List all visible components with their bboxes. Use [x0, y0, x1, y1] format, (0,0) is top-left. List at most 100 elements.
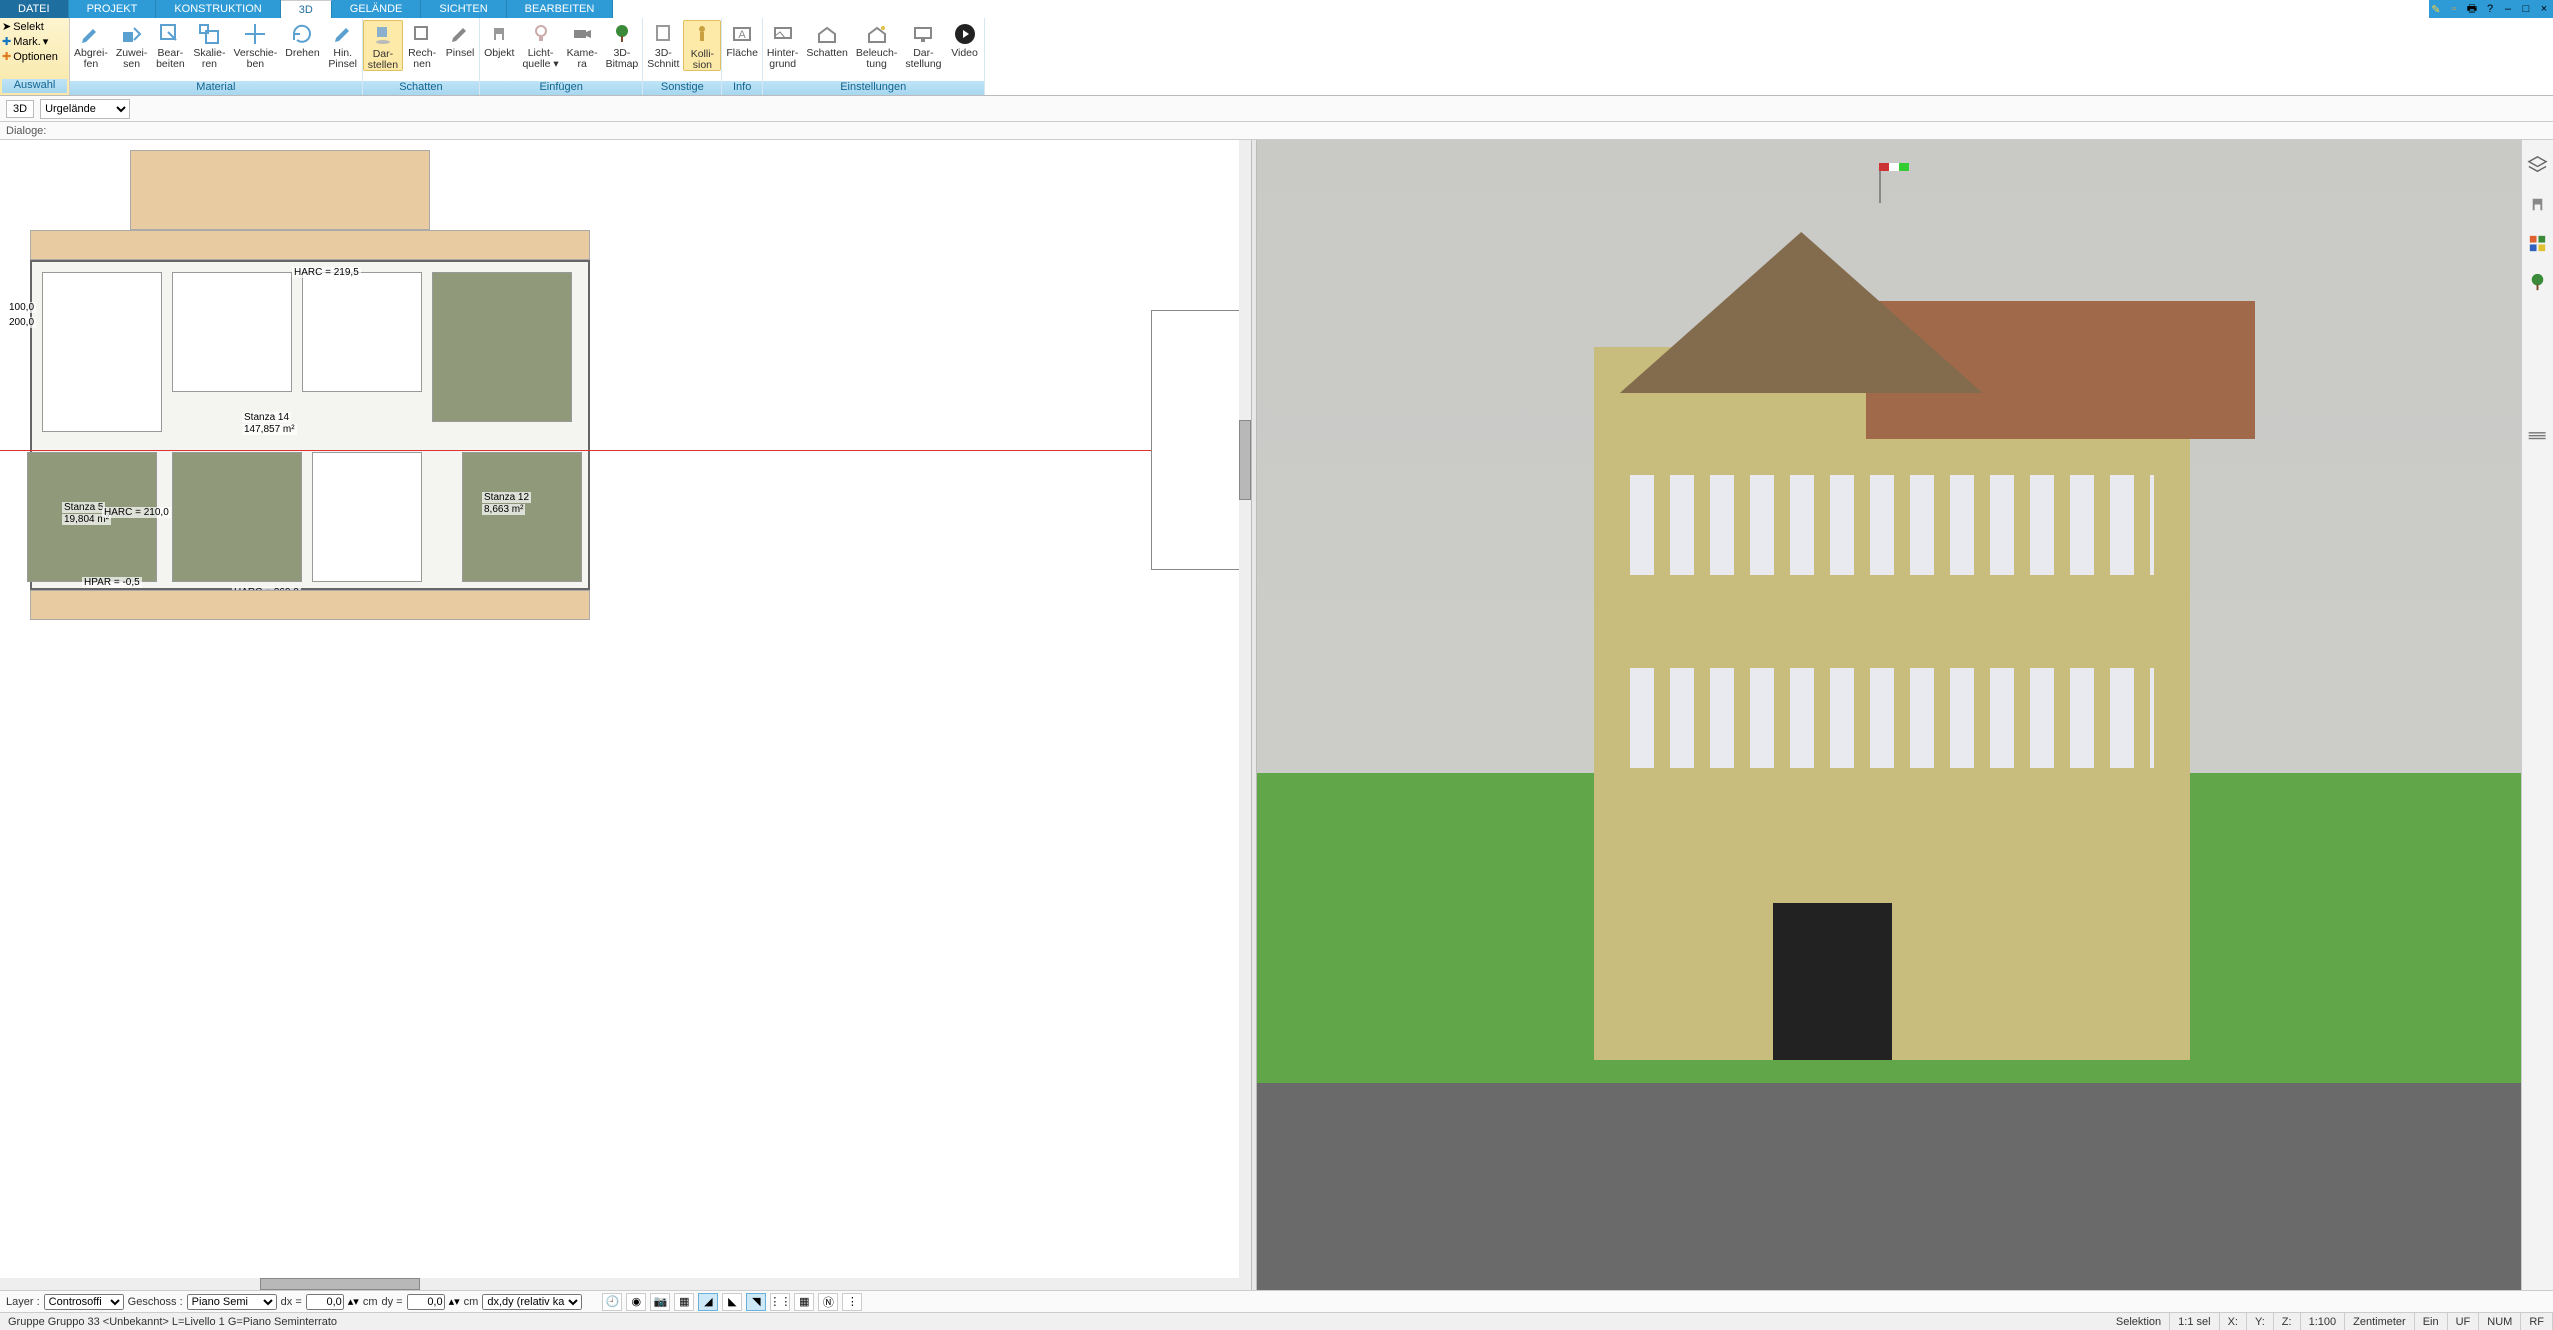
menu-tab-sichten[interactable]: SICHTEN: [421, 0, 506, 18]
help-icon[interactable]: ?: [2483, 2, 2497, 16]
north-icon[interactable]: Ⓝ: [818, 1293, 838, 1311]
btn-label: Fläche: [726, 48, 758, 59]
layer-select[interactable]: Controsoffi: [44, 1294, 124, 1310]
btn-label: Hinter- grund: [767, 48, 799, 69]
box-icon[interactable]: ▫: [2447, 2, 2461, 16]
status-num: NUM: [2479, 1313, 2521, 1330]
plan-terrace: [130, 150, 430, 230]
snap1-icon[interactable]: ◢: [698, 1293, 718, 1311]
aux-box: [1151, 310, 1241, 570]
select-button[interactable]: ➤ Selekt: [2, 20, 67, 33]
einst-darstellung-button[interactable]: Dar- stellung: [901, 20, 945, 69]
chevron-down-icon: ▾: [43, 35, 49, 48]
view-mode-pill[interactable]: 3D: [6, 100, 34, 118]
snap2-icon[interactable]: ◣: [722, 1293, 742, 1311]
svg-text:A: A: [738, 29, 746, 41]
menu-tab-datei[interactable]: DATEI: [0, 0, 69, 18]
info-flaeche-button[interactable]: A Fläche: [722, 20, 762, 59]
status-sel-count: 1:1 sel: [2170, 1313, 2219, 1330]
material-abgreifen-button[interactable]: Abgrei- fen: [70, 20, 112, 69]
brush-icon: [448, 22, 472, 46]
more-icon[interactable]: ⋮: [842, 1293, 862, 1311]
menu-tab-3d[interactable]: 3D: [281, 0, 332, 18]
einst-hintergrund-button[interactable]: Hinter- grund: [763, 20, 803, 69]
einst-video-button[interactable]: Video: [946, 20, 984, 59]
pane-2d-plan[interactable]: Stanza 14 147,857 m² Stanza 5 19,804 m² …: [0, 140, 1251, 1290]
room-right-green: [432, 272, 572, 422]
btn-label: Beleuch- tung: [856, 48, 897, 69]
grid-dots-icon[interactable]: ⋮⋮: [770, 1293, 790, 1311]
drawer-handle-icon[interactable]: [2525, 430, 2549, 447]
compute-icon: [410, 22, 434, 46]
plus-icon: ✚: [2, 35, 11, 48]
3d-house: [1594, 347, 2190, 1060]
einfuegen-3dbitmap-button[interactable]: 3D- Bitmap: [602, 20, 643, 69]
menu-tab-projekt[interactable]: PROJEKT: [69, 0, 157, 18]
record-icon[interactable]: ◉: [626, 1293, 646, 1311]
room5-name: Stanza 5: [62, 502, 105, 513]
3d-garage: [1773, 903, 1892, 1060]
btn-label: Dar- stellung: [905, 48, 941, 69]
material-drehen-button[interactable]: Drehen: [281, 20, 323, 59]
eyedropper-icon: [79, 22, 103, 46]
material-verschieben-button[interactable]: Verschie- ben: [229, 20, 281, 69]
harc-label-2: HARC = 219,5: [292, 267, 361, 278]
3d-road: [1257, 1083, 2553, 1290]
clock-icon[interactable]: 🕘: [602, 1293, 622, 1311]
dx-input[interactable]: [306, 1294, 344, 1310]
minimize-icon[interactable]: –: [2501, 2, 2515, 16]
layers-icon[interactable]: [2526, 154, 2549, 177]
tree-icon[interactable]: [2526, 271, 2549, 294]
menu-tab-konstruktion[interactable]: KONSTRUKTION: [156, 0, 280, 18]
einst-schatten-button[interactable]: Schatten: [802, 20, 851, 59]
einst-beleuchtung-button[interactable]: Beleuch- tung: [852, 20, 901, 69]
plan-vscroll-thumb[interactable]: [1239, 420, 1251, 500]
mark-button[interactable]: ✚ Mark. ▾: [2, 35, 67, 48]
plan-hscroll-thumb[interactable]: [260, 1278, 420, 1290]
btn-label: 3D- Schnitt: [647, 48, 679, 69]
play-icon: [953, 22, 977, 46]
layer-label: Layer :: [6, 1296, 40, 1308]
group-title-einfuegen: Einfügen: [480, 81, 642, 95]
schatten-pinsel-button[interactable]: Pinsel: [441, 20, 479, 59]
grid-icon[interactable]: ▦: [794, 1293, 814, 1311]
color-palette-icon[interactable]: [2526, 232, 2549, 255]
snap3-icon[interactable]: ◥: [746, 1293, 766, 1311]
chair-icon[interactable]: [2526, 193, 2549, 216]
tool-icon[interactable]: ✎: [2429, 2, 2443, 16]
spinner-icon[interactable]: ▴▾: [348, 1295, 359, 1308]
menu-tab-bearbeiten[interactable]: BEARBEITEN: [507, 0, 614, 18]
sonstige-kollision-button[interactable]: Kolli- sion: [683, 20, 721, 71]
close-icon[interactable]: ×: [2537, 2, 2551, 16]
pane-3d-view[interactable]: [1257, 140, 2553, 1290]
maximize-icon[interactable]: □: [2519, 2, 2533, 16]
einfuegen-kamera-button[interactable]: Kame- ra: [563, 20, 602, 69]
plan-hscroll[interactable]: [0, 1278, 1251, 1290]
rotate-icon: [290, 22, 314, 46]
stack-icon[interactable]: ▦: [674, 1293, 694, 1311]
material-zuweisen-button[interactable]: Zuwei- sen: [112, 20, 152, 69]
ribbon-group-einstellungen: Hinter- grund Schatten Beleuch- tung Dar…: [763, 18, 985, 95]
floor-plan: Stanza 14 147,857 m² Stanza 5 19,804 m² …: [30, 150, 630, 690]
camera-icon[interactable]: 📷: [650, 1293, 670, 1311]
schatten-rechnen-button[interactable]: Rech- nen: [403, 20, 441, 69]
plan-vscroll[interactable]: [1239, 140, 1251, 1278]
material-bearbeiten-button[interactable]: Bear- beiten: [151, 20, 189, 69]
options-button[interactable]: ✚ Optionen: [2, 50, 67, 63]
menu-tab-gelaende[interactable]: GELÄNDE: [332, 0, 422, 18]
terrain-select[interactable]: Urgelände: [40, 99, 130, 119]
print-icon[interactable]: 🖶: [2465, 2, 2479, 16]
material-hinpinsel-button[interactable]: Hin. Pinsel: [324, 20, 362, 69]
dy-input[interactable]: [407, 1294, 445, 1310]
mark-label: Mark.: [13, 36, 41, 48]
einfuegen-lichtquelle-button[interactable]: Licht- quelle ▾: [518, 20, 562, 69]
schatten-darstellen-button[interactable]: Dar- stellen: [363, 20, 403, 71]
status-z: Z:: [2274, 1313, 2301, 1330]
sonstige-3dschnitt-button[interactable]: 3D- Schnitt: [643, 20, 683, 69]
spinner-icon[interactable]: ▴▾: [449, 1295, 460, 1308]
coord-mode-select[interactable]: dx,dy (relativ ka: [482, 1294, 582, 1310]
material-skalieren-button[interactable]: Skalie- ren: [189, 20, 229, 69]
ribbon-auswahl: ➤ Selekt ✚ Mark. ▾ ✚ Optionen Auswahl: [0, 18, 70, 95]
floor-select[interactable]: Piano Semi: [187, 1294, 277, 1310]
einfuegen-objekt-button[interactable]: Objekt: [480, 20, 518, 59]
